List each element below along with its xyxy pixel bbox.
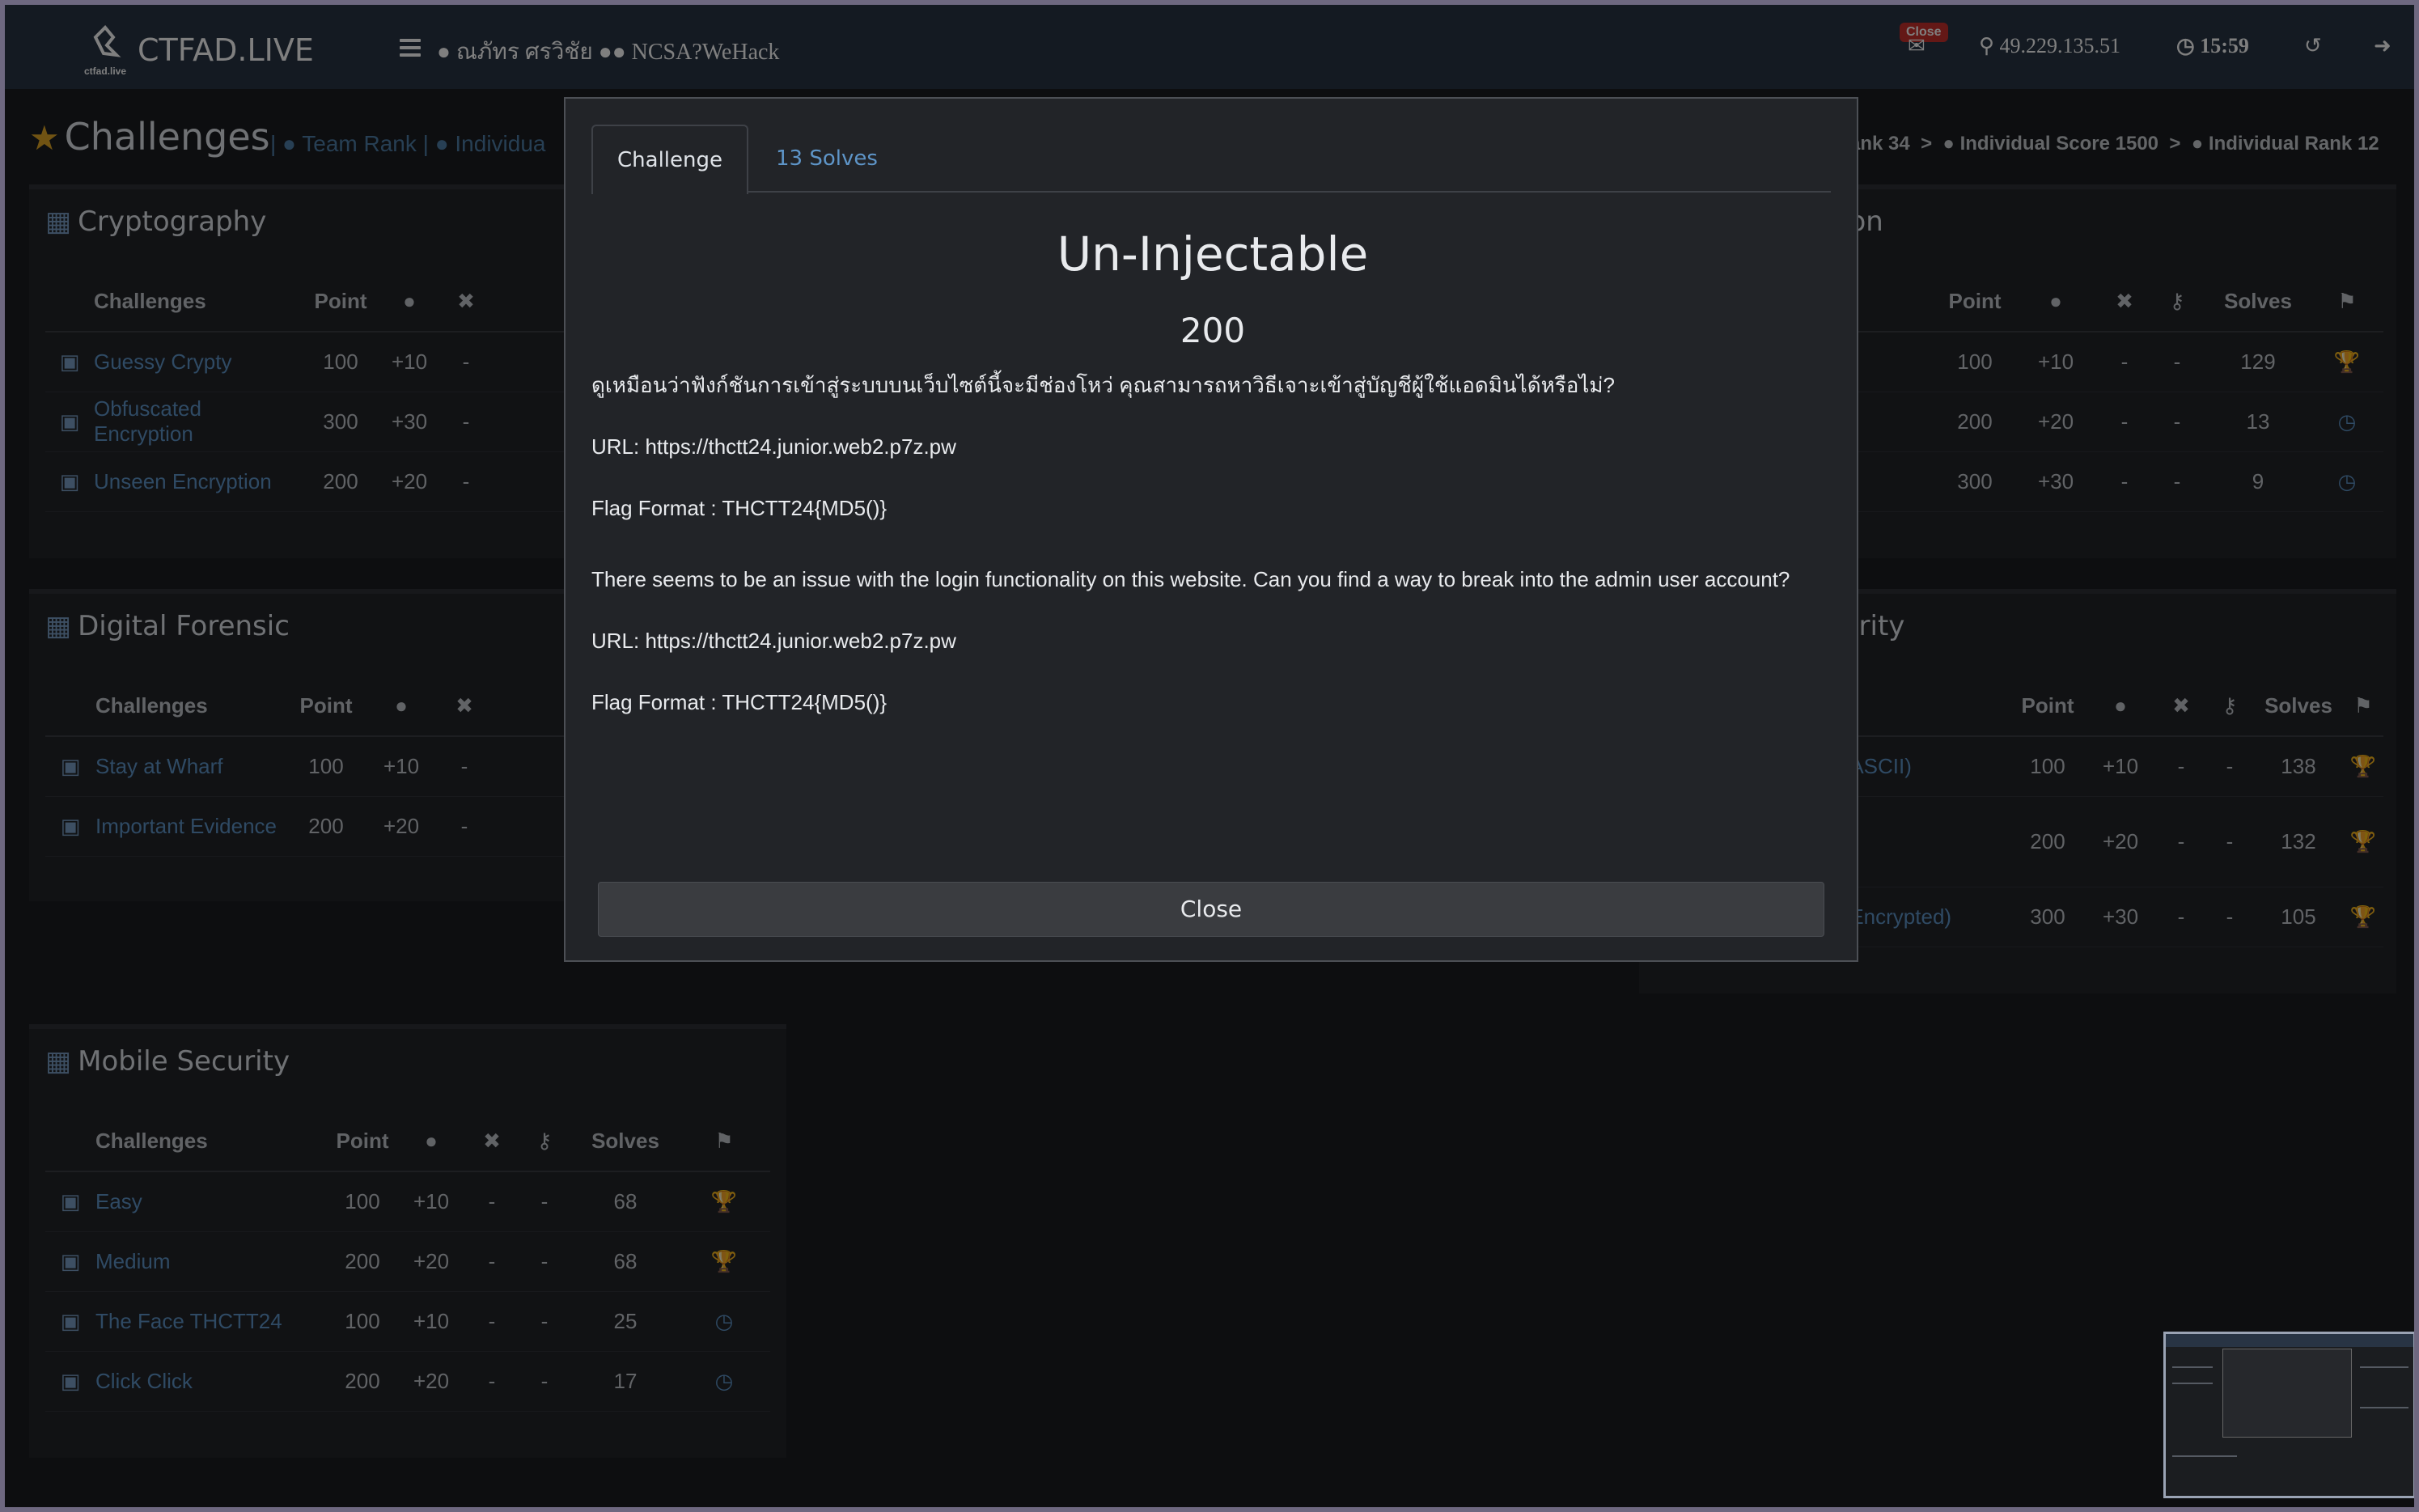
challenge-points: 200: [1180, 311, 1246, 350]
tab-challenge[interactable]: Challenge: [591, 125, 748, 194]
screenshot-thumbnail[interactable]: [2163, 1332, 2414, 1498]
description-english: There seems to be an issue with the logi…: [591, 567, 1790, 591]
description-thai: ดูเหมือนว่าฟังก์ชันการเข้าสู่ระบบบนเว็บไ…: [591, 373, 1615, 397]
url-text: URL: https://thctt24.junior.web2.p7z.pw: [591, 434, 956, 459]
modal-tabs: Challenge 13 Solves: [591, 125, 1831, 194]
app-screen: ctfad.live CTFAD.LIVE ● ณภัทร ศรวิชัย ●●…: [5, 5, 2414, 1507]
url-text: URL: https://thctt24.junior.web2.p7z.pw: [591, 629, 956, 653]
challenge-modal: Challenge 13 Solves Un-Injectable 200 ดู…: [564, 97, 1858, 962]
tab-solves[interactable]: 13 Solves: [752, 125, 902, 193]
flag-format-text: Flag Format : THCTT24{MD5()}: [591, 690, 888, 714]
close-button[interactable]: Close: [598, 882, 1824, 937]
challenge-description: ดูเหมือนว่าฟังก์ชันการเข้าสู่ระบบบนเว็บไ…: [591, 374, 1837, 752]
challenge-title: Un-Injectable: [1057, 227, 1369, 282]
flag-format-text: Flag Format : THCTT24{MD5()}: [591, 496, 888, 520]
